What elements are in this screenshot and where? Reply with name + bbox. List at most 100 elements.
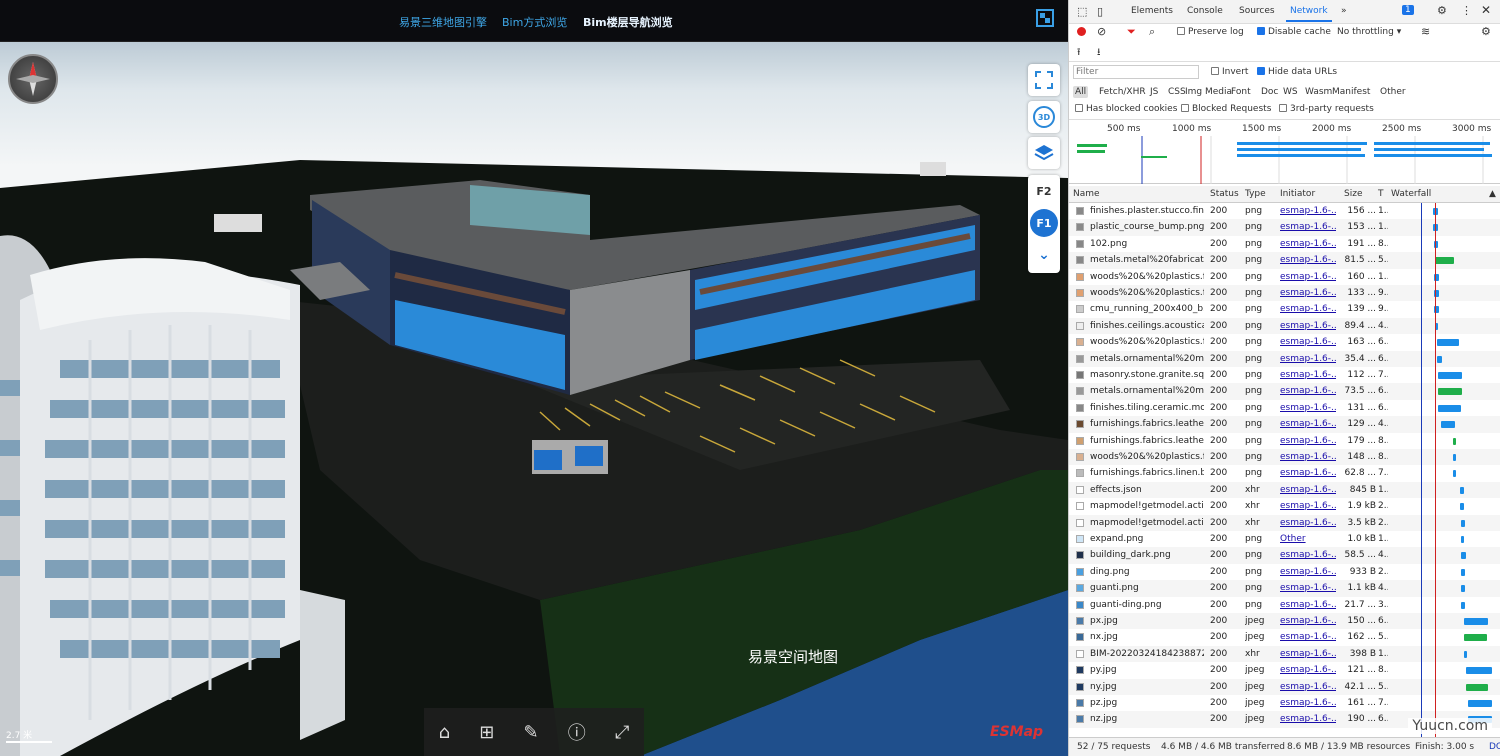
type-filter-ws[interactable]: WS [1281, 86, 1300, 98]
filter-icon[interactable]: ⏷ [1127, 25, 1136, 39]
expand-icon[interactable]: ⤢ [615, 722, 629, 743]
type-filter-other[interactable]: Other [1378, 86, 1408, 98]
type-filter-img[interactable]: Img [1183, 86, 1204, 98]
wifi-icon[interactable]: ≋ [1421, 25, 1430, 38]
tab-elements[interactable]: Elements [1131, 6, 1173, 16]
request-initiator[interactable]: esmap-1.6-... [1280, 501, 1336, 511]
request-initiator[interactable]: esmap-1.6-... [1280, 239, 1336, 249]
close-icon[interactable]: ✕ [1481, 3, 1491, 17]
import-har-icon[interactable]: ⭱ [1077, 45, 1081, 62]
request-status: 200 [1210, 583, 1227, 593]
request-initiator[interactable]: esmap-1.6-... [1280, 518, 1336, 528]
request-type: jpeg [1245, 698, 1264, 708]
info-icon[interactable]: ⓘ [568, 719, 586, 745]
request-initiator[interactable]: esmap-1.6-... [1280, 583, 1336, 593]
column-size[interactable]: Size [1344, 189, 1362, 199]
request-initiator[interactable]: esmap-1.6-... [1280, 222, 1336, 232]
request-initiator[interactable]: esmap-1.6-... [1280, 714, 1336, 724]
tab-sources[interactable]: Sources [1239, 6, 1275, 16]
map-viewer[interactable]: 易景三维地图引擎 Bim方式浏览 Bim楼层导航浏览 3D F2 F1 ⌄ 易景… [0, 0, 1068, 756]
qr-code-icon[interactable] [1036, 9, 1054, 27]
column-initiator[interactable]: Initiator [1280, 189, 1315, 199]
home-icon[interactable]: ⌂ [439, 722, 450, 743]
measure-icon[interactable]: ✎ [524, 722, 539, 743]
search-icon[interactable]: ⌕ [1149, 25, 1155, 39]
request-initiator[interactable]: esmap-1.6-... [1280, 468, 1336, 478]
sort-asc-icon[interactable]: ▲ [1489, 189, 1496, 199]
request-initiator[interactable]: esmap-1.6-... [1280, 354, 1336, 364]
view-3d-button[interactable]: 3D [1028, 101, 1060, 133]
request-initiator[interactable]: esmap-1.6-... [1280, 370, 1336, 380]
request-initiator[interactable]: esmap-1.6-... [1280, 665, 1336, 675]
preserve-log-checkbox[interactable]: Preserve log [1177, 27, 1244, 37]
floor-button-f1[interactable]: F1 [1030, 209, 1058, 237]
network-timeline[interactable]: 500 ms 1000 ms 1500 ms 2000 ms 2500 ms 3… [1069, 120, 1500, 184]
request-initiator[interactable]: esmap-1.6-... [1280, 632, 1336, 642]
request-initiator[interactable]: esmap-1.6-... [1280, 255, 1336, 265]
type-filter-js[interactable]: JS [1148, 86, 1160, 98]
kebab-menu-icon[interactable]: ⋮ [1461, 4, 1472, 17]
request-initiator[interactable]: esmap-1.6-... [1280, 452, 1336, 462]
tab-network[interactable]: Network [1290, 6, 1328, 16]
filter-input[interactable] [1073, 65, 1199, 79]
request-initiator[interactable]: esmap-1.6-... [1280, 206, 1336, 216]
clear-icon[interactable]: ⊘ [1097, 25, 1106, 38]
nav-esmap-engine[interactable]: 易景三维地图引擎 [399, 14, 487, 30]
type-filter-doc[interactable]: Doc [1259, 86, 1280, 98]
request-initiator[interactable]: esmap-1.6-... [1280, 649, 1336, 659]
request-initiator[interactable]: esmap-1.6-... [1280, 550, 1336, 560]
type-filter-font[interactable]: Font [1229, 86, 1253, 98]
request-initiator[interactable]: esmap-1.6-... [1280, 386, 1336, 396]
chevron-down-icon[interactable]: ⌄ [1030, 241, 1058, 269]
layers-icon[interactable] [1028, 137, 1060, 169]
tab-console[interactable]: Console [1187, 6, 1223, 16]
request-initiator[interactable]: esmap-1.6-... [1280, 436, 1336, 446]
request-initiator[interactable]: esmap-1.6-... [1280, 682, 1336, 692]
request-status: 200 [1210, 600, 1227, 610]
request-initiator[interactable]: esmap-1.6-... [1280, 288, 1336, 298]
request-initiator[interactable]: esmap-1.6-... [1280, 304, 1336, 314]
request-initiator[interactable]: esmap-1.6-... [1280, 403, 1336, 413]
invert-checkbox[interactable]: Invert [1211, 67, 1248, 77]
blocked-requests-checkbox[interactable]: Blocked Requests [1181, 104, 1271, 114]
column-status[interactable]: Status [1210, 189, 1239, 199]
nav-bim-floor-browse[interactable]: Bim楼层导航浏览 [583, 14, 673, 30]
request-initiator[interactable]: esmap-1.6-... [1280, 698, 1336, 708]
record-icon[interactable] [1077, 27, 1086, 36]
request-status: 200 [1210, 665, 1227, 675]
blocked-cookies-checkbox[interactable]: Has blocked cookies [1075, 104, 1177, 114]
type-filter-fetchxhr[interactable]: Fetch/XHR [1097, 86, 1148, 98]
disable-cache-checkbox[interactable]: Disable cache [1257, 27, 1331, 37]
column-time[interactable]: T [1378, 189, 1384, 199]
column-name[interactable]: Name [1073, 189, 1100, 199]
device-toggle-icon[interactable]: ▯ [1097, 5, 1103, 18]
request-initiator[interactable]: esmap-1.6-... [1280, 567, 1336, 577]
inspect-icon[interactable]: ⬚ [1077, 5, 1087, 18]
hide-data-urls-checkbox[interactable]: Hide data URLs [1257, 67, 1337, 77]
type-filter-all[interactable]: All [1073, 86, 1088, 98]
more-tabs-button[interactable]: » [1341, 6, 1347, 16]
request-initiator[interactable]: esmap-1.6-... [1280, 272, 1336, 282]
request-initiator[interactable]: esmap-1.6-... [1280, 419, 1336, 429]
settings-icon[interactable]: ⚙ [1437, 4, 1447, 17]
request-initiator[interactable]: esmap-1.6-... [1280, 600, 1336, 610]
bim-scene[interactable] [0, 0, 1068, 756]
fullscreen-icon[interactable] [1028, 64, 1060, 96]
floor-button-f2[interactable]: F2 [1030, 177, 1058, 205]
nav-bim-browse[interactable]: Bim方式浏览 [502, 14, 567, 30]
center-icon[interactable]: ⊞ [479, 722, 494, 743]
request-initiator[interactable]: esmap-1.6-... [1280, 321, 1336, 331]
issues-badge[interactable]: 1 [1402, 5, 1414, 15]
network-settings-icon[interactable]: ⚙ [1481, 25, 1491, 38]
throttling-select[interactable]: No throttling ▾ [1337, 27, 1401, 37]
column-waterfall[interactable]: Waterfall [1391, 189, 1431, 199]
compass-icon[interactable] [8, 54, 58, 104]
request-initiator[interactable]: esmap-1.6-... [1280, 485, 1336, 495]
request-initiator[interactable]: esmap-1.6-... [1280, 337, 1336, 347]
export-har-icon[interactable]: ⭳ [1097, 45, 1101, 62]
column-type[interactable]: Type [1245, 189, 1266, 199]
third-party-checkbox[interactable]: 3rd-party requests [1279, 104, 1374, 114]
request-initiator[interactable]: esmap-1.6-... [1280, 616, 1336, 626]
type-filter-manifest[interactable]: Manifest [1330, 86, 1372, 98]
request-initiator[interactable]: Other [1280, 534, 1336, 544]
